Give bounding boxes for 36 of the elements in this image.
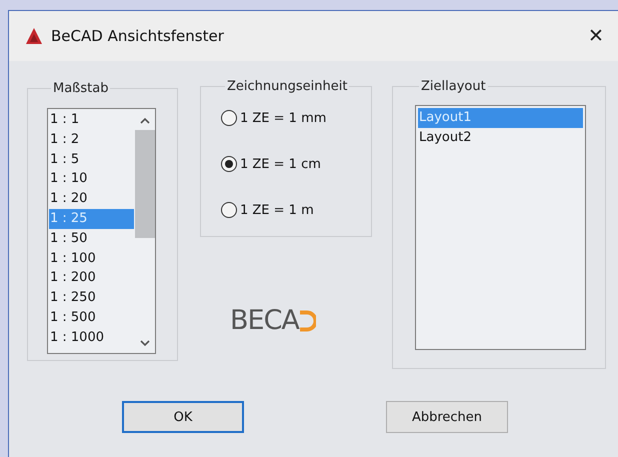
- list-item[interactable]: 1 : 5: [49, 150, 134, 170]
- radio-option[interactable]: 1 ZE = 1 cm: [221, 152, 371, 176]
- list-item[interactable]: 1 : 10: [49, 169, 134, 190]
- group-label: Zeichnungseinheit: [226, 79, 348, 94]
- radio-button[interactable]: [221, 156, 237, 172]
- group-label: Maßstab: [52, 81, 110, 96]
- radio-option[interactable]: 1 ZE = 1 mm: [221, 106, 371, 130]
- app-logo-icon: [25, 27, 43, 45]
- list-item[interactable]: 1 : 1000: [49, 328, 134, 348]
- window-title: BeCAD Ansichtsfenster: [51, 27, 224, 45]
- close-button[interactable]: ✕: [580, 20, 612, 52]
- radio-label: 1 ZE = 1 m: [240, 202, 314, 218]
- scroll-down-icon[interactable]: [140, 340, 150, 347]
- group-label: Ziellayout: [420, 79, 487, 94]
- list-item[interactable]: 1 : 50: [49, 228, 134, 249]
- list-item[interactable]: 1 : 2: [49, 130, 134, 150]
- list-item[interactable]: 1 : 100: [49, 248, 134, 268]
- ok-button[interactable]: OK: [122, 401, 244, 433]
- list-item[interactable]: 1 : 200: [49, 268, 134, 288]
- radio-label: 1 ZE = 1 cm: [240, 156, 321, 172]
- scroll-up-icon[interactable]: [140, 117, 150, 124]
- radio-button[interactable]: [221, 110, 237, 126]
- radio-label: 1 ZE = 1 mm: [240, 110, 326, 126]
- layout-listbox[interactable]: Layout1 Layout2: [415, 105, 586, 350]
- cancel-button[interactable]: Abbrechen: [386, 401, 508, 433]
- radio-option[interactable]: 1 ZE = 1 m: [221, 198, 371, 222]
- list-item[interactable]: 1 : 1: [49, 110, 134, 130]
- scroll-thumb[interactable]: [135, 130, 155, 238]
- list-item[interactable]: 1 : 20: [49, 189, 134, 209]
- logo-text: BECA: [230, 305, 299, 336]
- list-item[interactable]: 1 : 250: [49, 288, 134, 308]
- scale-listbox[interactable]: 1 : 1 1 : 2 1 : 5 1 : 10 1 : 20 1 : 25 1 : 50 1 : 100 1 : 200 1 : 250 1 : 500 1 : 1000: [47, 108, 156, 354]
- list-item[interactable]: 1 : 500: [49, 308, 134, 328]
- list-item[interactable]: Layout2: [418, 128, 583, 148]
- logo-mark-icon: [298, 310, 316, 332]
- radio-button[interactable]: [221, 202, 237, 218]
